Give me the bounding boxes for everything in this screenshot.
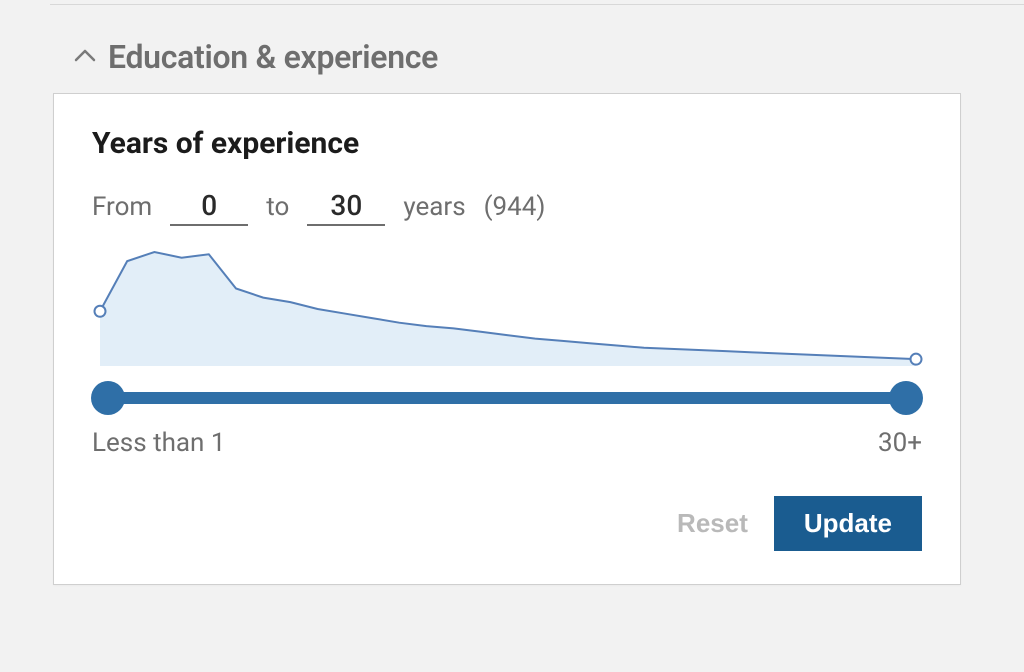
section-title: Education & experience [108, 38, 438, 76]
distribution-chart [92, 246, 922, 374]
result-count: (944) [484, 192, 546, 222]
years-of-experience-card: Years of experience From 0 to 30 years (… [53, 93, 961, 585]
range-slider[interactable] [92, 378, 922, 418]
reset-button[interactable]: Reset [673, 502, 752, 545]
years-label: years [403, 192, 465, 222]
slider-max-label: 30+ [878, 428, 922, 458]
slider-min-label: Less than 1 [92, 428, 225, 458]
top-divider [50, 4, 1024, 5]
to-label: to [266, 192, 289, 222]
section-header-education-experience[interactable]: Education & experience [74, 38, 438, 76]
slider-handle-max[interactable] [889, 381, 923, 415]
slider-handle-min[interactable] [91, 381, 125, 415]
from-value: 0 [201, 189, 217, 222]
to-value: 30 [330, 189, 362, 222]
slider-labels: Less than 1 30+ [92, 428, 922, 458]
card-title: Years of experience [92, 126, 922, 161]
chevron-up-icon [74, 48, 96, 67]
slider-track [108, 392, 906, 404]
from-label: From [92, 192, 152, 222]
from-input[interactable]: 0 [170, 189, 248, 226]
update-button[interactable]: Update [774, 496, 922, 551]
to-input[interactable]: 30 [307, 189, 385, 226]
card-actions: Reset Update [92, 496, 922, 551]
range-summary: From 0 to 30 years (944) [92, 189, 922, 226]
